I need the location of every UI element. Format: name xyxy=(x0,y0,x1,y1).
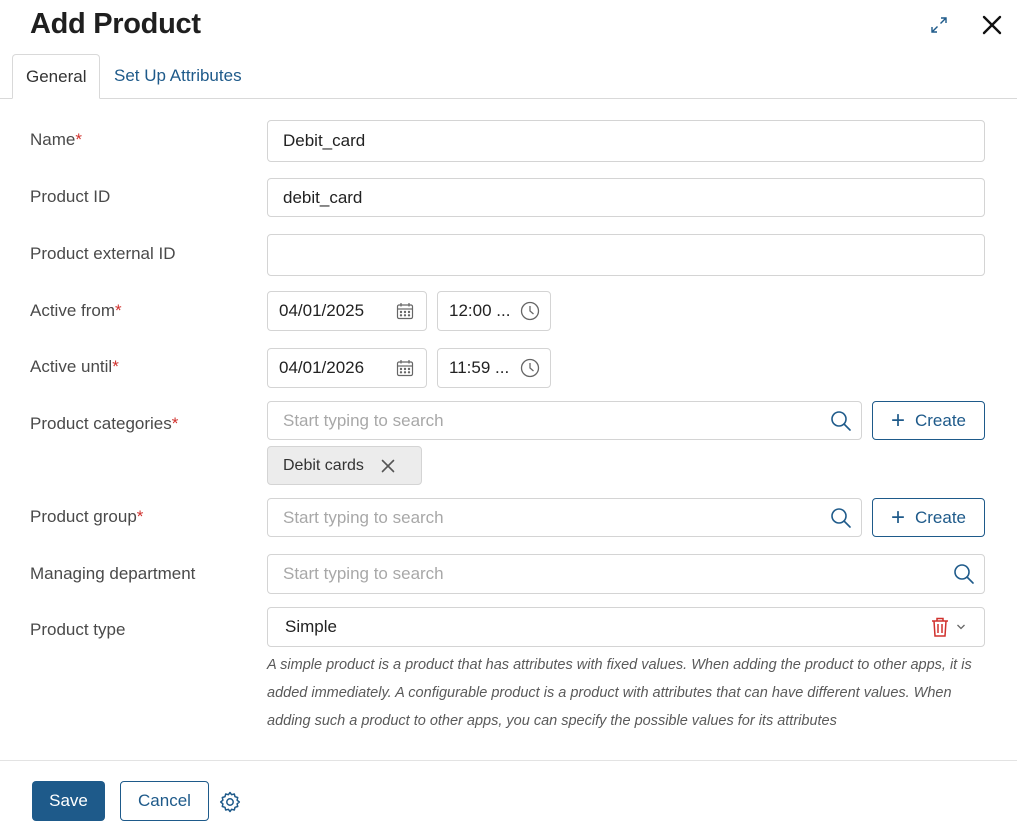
department-search-input[interactable]: Start typing to search xyxy=(267,554,985,594)
required-marker: * xyxy=(112,357,119,376)
plus-icon: + xyxy=(890,406,905,434)
active-until-time-input[interactable]: 11:59 ... xyxy=(437,348,551,388)
required-marker: * xyxy=(75,130,82,149)
create-category-button[interactable]: + Create xyxy=(872,401,985,440)
expand-icon[interactable] xyxy=(926,12,952,38)
active-from-date-input[interactable]: 04/01/2025 xyxy=(267,291,427,331)
plus-icon: + xyxy=(890,503,905,531)
product-id-input[interactable]: debit_card xyxy=(267,178,985,217)
active-from-label: Active from* xyxy=(30,301,122,320)
group-placeholder: Start typing to search xyxy=(283,507,444,527)
tab-general[interactable]: General xyxy=(12,54,101,99)
type-select[interactable]: Simple xyxy=(267,607,985,647)
external-id-label: Product external ID xyxy=(30,244,176,263)
create-category-label: Create xyxy=(914,410,967,430)
product-id-label: Product ID xyxy=(30,187,111,206)
department-placeholder: Start typing to search xyxy=(283,564,444,583)
product-id-value: debit_card xyxy=(283,187,363,207)
clock-icon[interactable] xyxy=(520,301,540,321)
active-until-date-input[interactable]: 04/01/2026 xyxy=(267,348,427,388)
categories-placeholder: Start typing to search xyxy=(283,410,444,430)
cancel-button[interactable]: Cancel xyxy=(120,781,209,821)
gear-icon[interactable] xyxy=(218,790,242,814)
name-input[interactable]: Debit_card xyxy=(267,120,985,162)
active-from-time-input[interactable]: 12:00 ... xyxy=(437,291,551,331)
dialog-title: Add Product xyxy=(30,8,201,40)
chevron-down-icon[interactable] xyxy=(956,623,966,631)
footer-divider xyxy=(0,760,1017,761)
name-value: Debit_card xyxy=(283,131,366,150)
categories-label: Product categories* xyxy=(30,414,179,433)
clock-icon[interactable] xyxy=(520,358,540,378)
group-label: Product group* xyxy=(30,507,144,526)
category-chip-label: Debit cards xyxy=(283,456,364,474)
required-marker: * xyxy=(115,301,122,320)
name-label: Name* xyxy=(30,130,82,149)
search-icon[interactable] xyxy=(830,410,852,432)
categories-search-input[interactable]: Start typing to search xyxy=(267,401,862,440)
group-search-input[interactable]: Start typing to search xyxy=(267,498,862,537)
trash-icon[interactable] xyxy=(930,616,950,638)
active-until-date-value: 04/01/2026 xyxy=(279,358,365,377)
active-from-date-value: 04/01/2025 xyxy=(279,301,365,320)
calendar-icon[interactable] xyxy=(396,359,414,377)
type-value: Simple xyxy=(285,617,337,636)
department-label: Managing department xyxy=(30,564,196,583)
active-from-time-value: 12:00 ... xyxy=(449,301,511,320)
close-icon[interactable] xyxy=(978,11,1006,39)
type-label: Product type xyxy=(30,620,126,639)
dialog-header: Add Product xyxy=(0,0,1017,54)
remove-chip-icon[interactable] xyxy=(381,459,395,473)
search-icon[interactable] xyxy=(830,507,852,529)
active-until-time-value: 11:59 ... xyxy=(449,358,510,377)
category-chip: Debit cards xyxy=(267,446,422,485)
search-icon[interactable] xyxy=(953,563,975,585)
type-hint: A simple product is a product that has a… xyxy=(267,657,972,729)
tab-set-up-attributes[interactable]: Set Up Attributes xyxy=(101,54,255,99)
save-button[interactable]: Save xyxy=(32,781,105,821)
required-marker: * xyxy=(136,507,144,526)
external-id-input[interactable] xyxy=(267,234,985,276)
required-marker: * xyxy=(171,414,179,433)
calendar-icon[interactable] xyxy=(396,302,414,320)
create-group-button[interactable]: + Create xyxy=(872,498,985,537)
active-until-label: Active until* xyxy=(30,357,119,376)
tab-bar: General Set Up Attributes xyxy=(0,54,1017,99)
create-group-label: Create xyxy=(914,507,967,527)
